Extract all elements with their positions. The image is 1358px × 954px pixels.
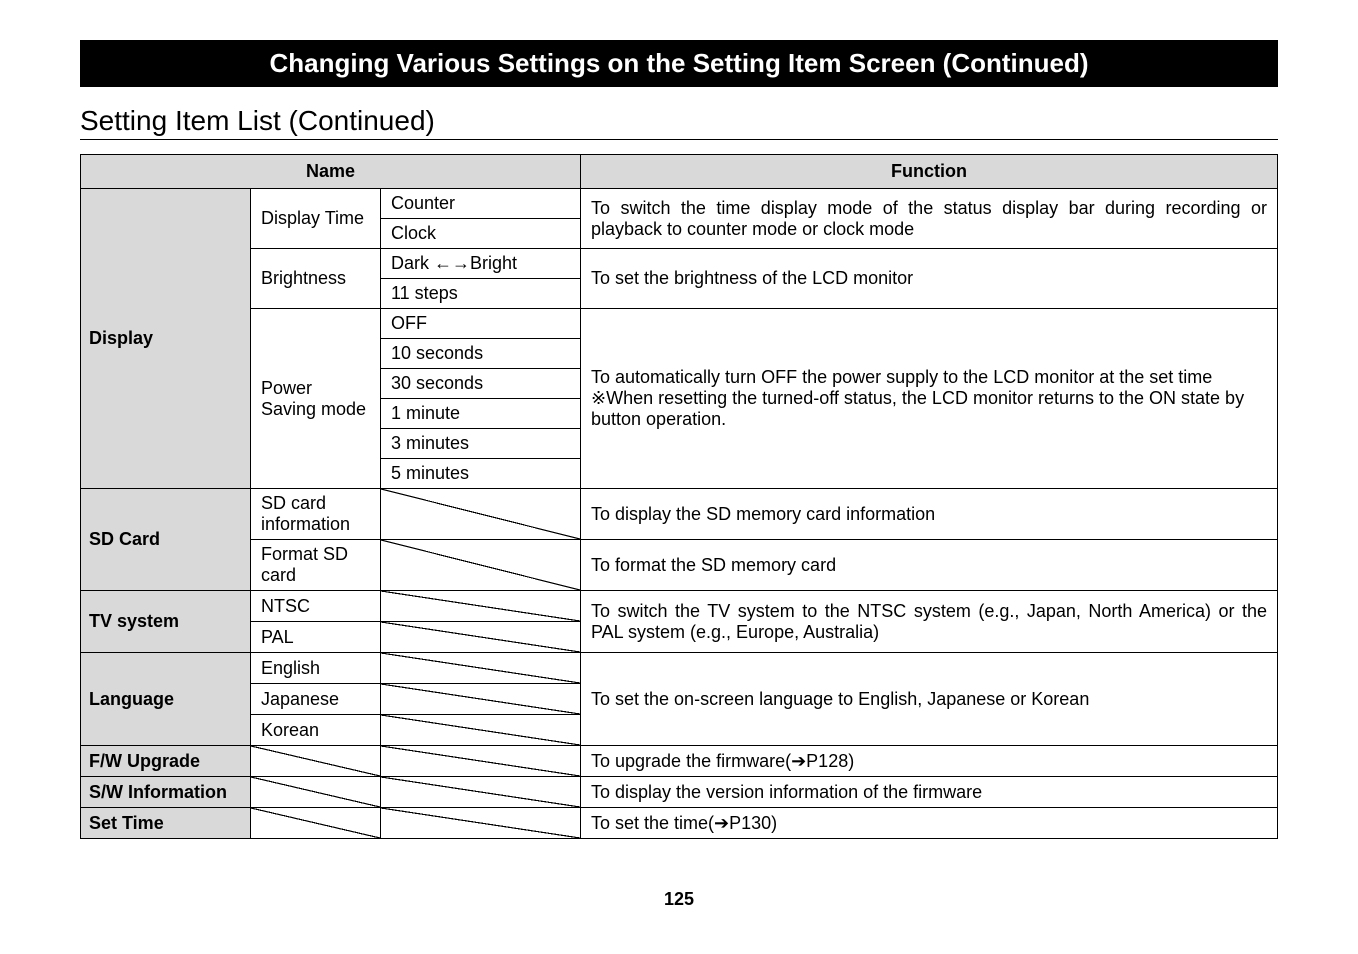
- opt-off: OFF: [381, 309, 581, 339]
- row-sd-info: SD card information: [251, 489, 381, 540]
- diag-english: [381, 653, 581, 684]
- opt-counter: Counter: [381, 189, 581, 219]
- opt-3m: 3 minutes: [381, 429, 581, 459]
- opt-11-steps: 11 steps: [381, 279, 581, 309]
- opt-clock: Clock: [381, 219, 581, 249]
- row-power-saving: Power Saving mode: [251, 309, 381, 489]
- fn-set-time: To set the time(➔P130): [581, 808, 1278, 839]
- diag-korean: [381, 715, 581, 746]
- diag-sd-info: [381, 489, 581, 540]
- diag-settime-sub: [251, 808, 381, 839]
- fn-brightness: To set the brightness of the LCD monitor: [581, 249, 1278, 309]
- cat-set-time: Set Time: [81, 808, 251, 839]
- diag-sw-opt: [381, 777, 581, 808]
- opt-5m: 5 minutes: [381, 459, 581, 489]
- cat-sd-card: SD Card: [81, 489, 251, 591]
- fn-display-time: To switch the time display mode of the s…: [581, 189, 1278, 249]
- page-subtitle: Setting Item List (Continued): [80, 105, 1278, 140]
- cat-tv-system: TV system: [81, 591, 251, 653]
- diag-fw-opt: [381, 746, 581, 777]
- cat-language: Language: [81, 653, 251, 746]
- fn-fw-upgrade: To upgrade the firmware(➔P128): [581, 746, 1278, 777]
- settings-table: Name Function Display Display Time Count…: [80, 154, 1278, 839]
- opt-10s: 10 seconds: [381, 339, 581, 369]
- row-brightness: Brightness: [251, 249, 381, 309]
- fn-format-sd: To format the SD memory card: [581, 540, 1278, 591]
- diag-pal: [381, 622, 581, 653]
- page-number: 125: [80, 889, 1278, 910]
- row-display-time: Display Time: [251, 189, 381, 249]
- cat-display: Display: [81, 189, 251, 489]
- row-ntsc: NTSC: [251, 591, 381, 622]
- page-title-bar: Changing Various Settings on the Setting…: [80, 40, 1278, 87]
- fn-sd-info: To display the SD memory card informatio…: [581, 489, 1278, 540]
- opt-dark-bright: Dark ←→Bright: [381, 249, 581, 279]
- diag-ntsc: [381, 591, 581, 622]
- diag-fw-sub: [251, 746, 381, 777]
- col-function-header: Function: [581, 155, 1278, 189]
- page-title: Changing Various Settings on the Setting…: [269, 48, 1088, 78]
- row-format-sd: Format SD card: [251, 540, 381, 591]
- opt-30s: 30 seconds: [381, 369, 581, 399]
- row-japanese: Japanese: [251, 684, 381, 715]
- row-pal: PAL: [251, 622, 381, 653]
- col-name-header: Name: [81, 155, 581, 189]
- diag-settime-opt: [381, 808, 581, 839]
- diag-sw-sub: [251, 777, 381, 808]
- row-english: English: [251, 653, 381, 684]
- diag-format-sd: [381, 540, 581, 591]
- fn-sw-information: To display the version information of th…: [581, 777, 1278, 808]
- page: Changing Various Settings on the Setting…: [0, 0, 1358, 950]
- row-korean: Korean: [251, 715, 381, 746]
- opt-1m: 1 minute: [381, 399, 581, 429]
- cat-sw-information: S/W Information: [81, 777, 251, 808]
- fn-language: To set the on-screen language to English…: [581, 653, 1278, 746]
- fn-power-saving: To automatically turn OFF the power supp…: [581, 309, 1278, 489]
- fn-tv-system: To switch the TV system to the NTSC syst…: [581, 591, 1278, 653]
- diag-japanese: [381, 684, 581, 715]
- cat-fw-upgrade: F/W Upgrade: [81, 746, 251, 777]
